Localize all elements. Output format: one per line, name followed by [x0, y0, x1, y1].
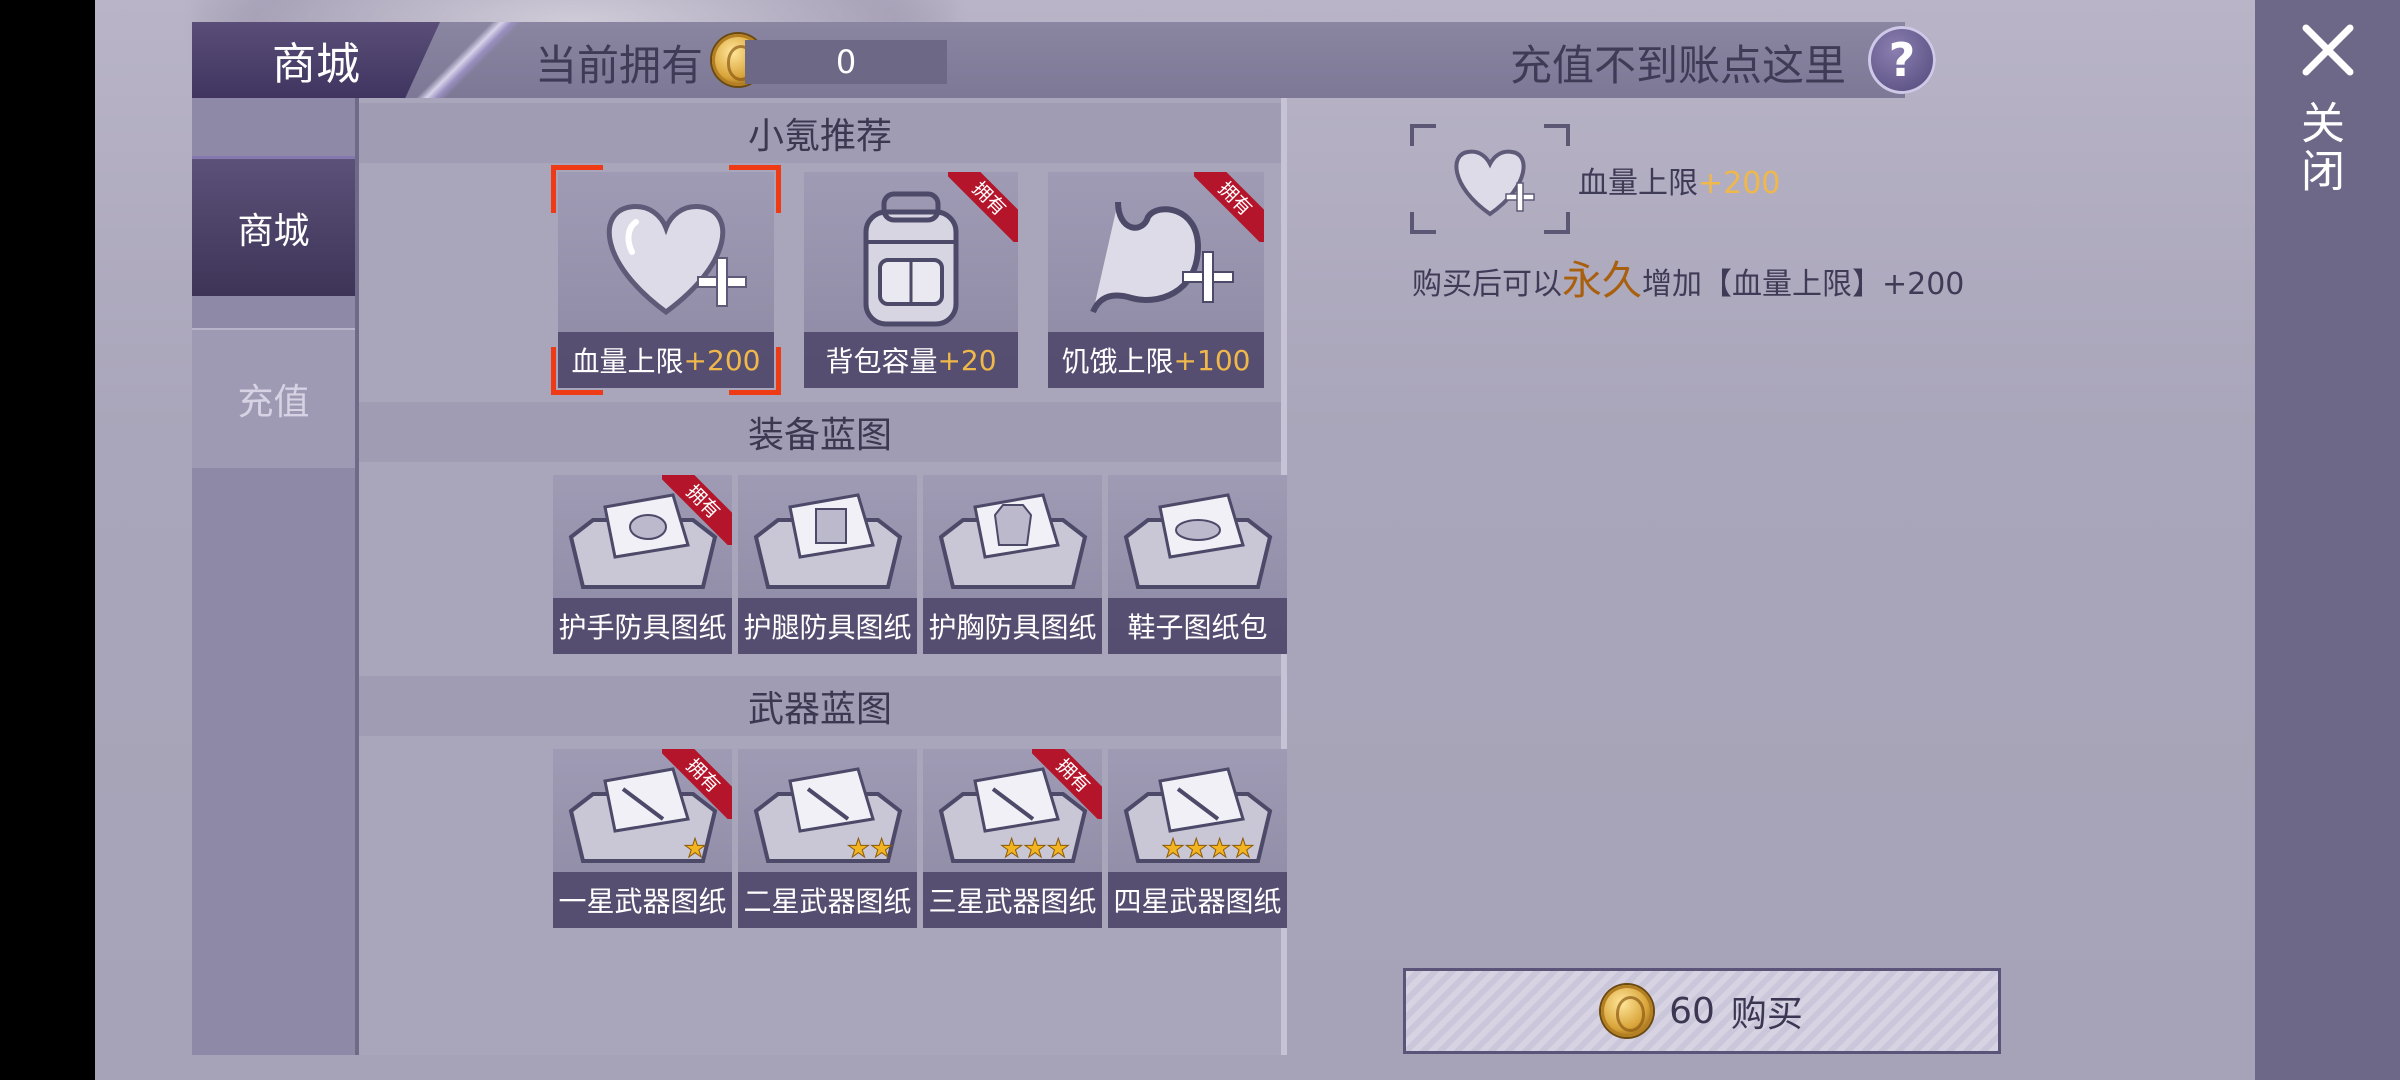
owned-badge: 拥有	[1194, 172, 1264, 242]
buy-price: 60	[1669, 990, 1715, 1032]
owned-badge: 拥有	[662, 475, 732, 545]
star-icon: ★	[683, 834, 706, 864]
shop-item-glove-blueprint[interactable]: 拥有 护手防具图纸	[553, 475, 732, 654]
shop-item-bag-capacity[interactable]: 拥有 背包容量 +20	[804, 172, 1018, 388]
shop-item-leg-blueprint[interactable]: 护腿防具图纸	[738, 475, 917, 654]
owned-badge: 拥有	[948, 172, 1018, 242]
shop-item-weapon-3star[interactable]: ★★★ 拥有 三星武器图纸	[923, 749, 1102, 928]
shop-item-weapon-2star[interactable]: ★★ 二星武器图纸	[738, 749, 917, 928]
shop-item-hunger-limit[interactable]: 拥有 饥饿上限 +100	[1048, 172, 1264, 388]
detail-description: 购买后可以永久增加【血量上限】+200	[1412, 258, 1965, 304]
detail-preview	[1410, 124, 1570, 234]
item-label: 饥饿上限 +100	[1048, 332, 1264, 388]
toolbox-vest-icon	[938, 493, 1088, 589]
item-label: 四星武器图纸	[1108, 872, 1287, 928]
help-button[interactable]: ?	[1868, 26, 1936, 94]
star-icon: ★★★	[1000, 834, 1070, 864]
item-label: 一星武器图纸	[553, 872, 732, 928]
buy-button[interactable]: 60 购买	[1403, 968, 2001, 1054]
close-button[interactable]: 关闭	[2293, 100, 2350, 196]
item-label: 护胸防具图纸	[923, 598, 1102, 654]
section-title-armor: 装备蓝图	[359, 402, 1281, 462]
shop-item-weapon-1star[interactable]: ★ 拥有 一星武器图纸	[553, 749, 732, 928]
item-label: 背包容量 +20	[804, 332, 1018, 388]
selection-frame	[551, 165, 781, 395]
item-label: 三星武器图纸	[923, 872, 1102, 928]
item-label: 二星武器图纸	[738, 872, 917, 928]
section-title-recommend: 小氪推荐	[359, 103, 1281, 163]
sidebar-item-shop[interactable]: 商城	[192, 156, 355, 296]
item-label: 鞋子图纸包	[1108, 598, 1287, 654]
item-label: 护腿防具图纸	[738, 598, 917, 654]
star-icon: ★★	[847, 834, 894, 864]
shop-item-shoe-blueprint[interactable]: 鞋子图纸包	[1108, 475, 1287, 654]
close-icon[interactable]	[2300, 22, 2356, 78]
title-decoration	[400, 22, 528, 98]
owned-badge: 拥有	[1032, 749, 1102, 819]
detail-item-name: 血量上限+200	[1578, 166, 1781, 201]
owned-label: 当前拥有	[535, 41, 704, 90]
shop-item-weapon-4star[interactable]: ★★★★ 四星武器图纸	[1108, 749, 1287, 928]
item-label: 护手防具图纸	[553, 598, 732, 654]
toolbox-shoes-icon	[1123, 493, 1273, 589]
coin-icon	[1601, 985, 1654, 1037]
toolbox-weapon-icon: ★★★★	[1123, 767, 1273, 865]
shop-item-chest-blueprint[interactable]: 护胸防具图纸	[923, 475, 1102, 654]
toolbox-pants-icon	[753, 493, 903, 589]
sidebar-item-recharge[interactable]: 充值	[192, 328, 355, 468]
star-icon: ★★★★	[1161, 834, 1254, 864]
toolbox-weapon-icon: ★★	[753, 767, 903, 865]
owned-badge: 拥有	[662, 749, 732, 819]
owned-count: 0	[745, 40, 947, 84]
buy-label: 购买	[1730, 994, 1803, 1035]
section-title-weapons: 武器蓝图	[359, 676, 1281, 736]
recharge-help-link[interactable]: 充值不到账点这里	[1510, 32, 1846, 93]
